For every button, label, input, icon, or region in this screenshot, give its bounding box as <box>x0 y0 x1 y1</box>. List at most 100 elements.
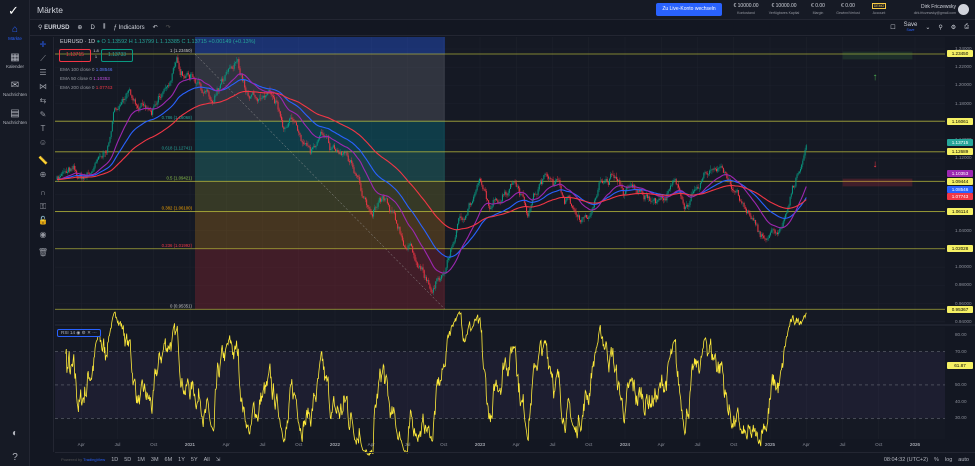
candle <box>150 110 152 115</box>
candle <box>360 183 362 191</box>
candle <box>560 185 562 193</box>
time-tick: 2021 <box>184 442 196 447</box>
candle <box>574 209 576 212</box>
candle <box>643 194 645 200</box>
candle <box>70 168 72 172</box>
candle <box>779 228 781 233</box>
auto-toggle[interactable]: auto <box>958 457 969 463</box>
range-all[interactable]: All <box>204 457 210 463</box>
range-3m[interactable]: 3M <box>151 457 159 463</box>
candle <box>399 227 401 234</box>
candle <box>124 98 126 100</box>
candle <box>749 212 751 216</box>
candle <box>778 232 780 235</box>
candle <box>305 142 307 145</box>
candle <box>301 141 303 143</box>
candle <box>251 94 253 97</box>
candle <box>492 199 494 207</box>
time-tick: Apr <box>367 442 375 447</box>
candle <box>518 186 520 189</box>
candle <box>457 223 459 230</box>
candle <box>367 205 369 208</box>
candle <box>694 189 696 192</box>
candle <box>373 210 375 217</box>
range-1m[interactable]: 1M <box>137 457 145 463</box>
candle <box>794 186 796 188</box>
candle <box>577 215 579 217</box>
candle <box>611 174 613 175</box>
candle <box>321 131 323 134</box>
price-chart[interactable]: 1 (1.23450)0.786 (1.16068)0.618 (1.12741… <box>0 0 975 466</box>
candle <box>61 173 63 176</box>
candle <box>317 139 319 142</box>
range-1y[interactable]: 1Y <box>178 457 185 463</box>
candle <box>254 94 256 98</box>
date-range-icon[interactable]: ⇲ <box>216 457 221 463</box>
candle <box>587 217 589 219</box>
bottom-bar: Powered by TradingView 1D 5D 1M 3M 6M 1Y 5Y All… <box>55 452 975 466</box>
candle <box>369 208 371 213</box>
candle <box>333 145 335 149</box>
candle <box>572 206 574 208</box>
candle <box>348 161 350 163</box>
candle <box>135 104 137 106</box>
candle <box>94 163 96 168</box>
candle <box>579 215 581 220</box>
candle <box>672 181 674 186</box>
candle <box>437 277 439 279</box>
price-tick: 1.04000 <box>955 227 972 233</box>
candle <box>757 224 759 232</box>
candle <box>337 149 339 152</box>
range-6m[interactable]: 6M <box>165 457 173 463</box>
candle <box>294 121 296 123</box>
candle <box>443 273 445 275</box>
candle <box>440 275 442 279</box>
candle <box>98 156 100 160</box>
candle <box>465 215 467 220</box>
candle <box>400 233 402 236</box>
candle <box>154 104 156 107</box>
candle <box>126 92 128 94</box>
candle <box>657 200 659 202</box>
buy-button[interactable]: 1.13733 <box>101 49 133 62</box>
log-toggle[interactable]: log <box>945 457 952 463</box>
candle <box>306 142 308 146</box>
candle <box>165 87 167 89</box>
candle <box>134 99 136 105</box>
candle <box>774 230 776 234</box>
percent-toggle[interactable]: % <box>934 457 939 463</box>
price-label: 0.95367 <box>947 305 973 313</box>
candle <box>539 180 541 185</box>
time-tick: Apr <box>802 442 810 447</box>
price-label: 1.06114 <box>947 208 973 216</box>
candle <box>162 91 164 95</box>
range-1d[interactable]: 1D <box>111 457 118 463</box>
candle <box>123 98 125 100</box>
range-5y[interactable]: 5Y <box>191 457 198 463</box>
candle <box>497 200 499 203</box>
sell-button[interactable]: 1.13715 <box>59 49 91 62</box>
candle <box>422 267 424 271</box>
candle <box>688 204 690 207</box>
candle <box>119 104 121 106</box>
price-tick: 0.98000 <box>955 282 972 288</box>
candle <box>651 200 653 202</box>
candle <box>95 161 97 164</box>
candle <box>377 202 379 207</box>
range-selector: 1D 5D 1M 3M 6M 1Y 5Y All <box>111 457 210 463</box>
candle <box>104 152 106 153</box>
candle <box>177 57 179 63</box>
candle <box>392 210 394 213</box>
candle <box>416 262 418 267</box>
price-label: 1.23450 <box>947 50 973 58</box>
fib-zone <box>195 211 445 250</box>
candle <box>467 208 469 216</box>
candle <box>648 196 650 198</box>
range-5d[interactable]: 5D <box>124 457 131 463</box>
candle <box>413 252 415 255</box>
candle <box>508 189 510 193</box>
candle <box>91 172 93 174</box>
candle <box>255 97 257 99</box>
rsi-legend[interactable]: RSI 14 ◉ ⚙ ✕ ⋯ <box>57 329 101 337</box>
candle <box>509 184 511 190</box>
